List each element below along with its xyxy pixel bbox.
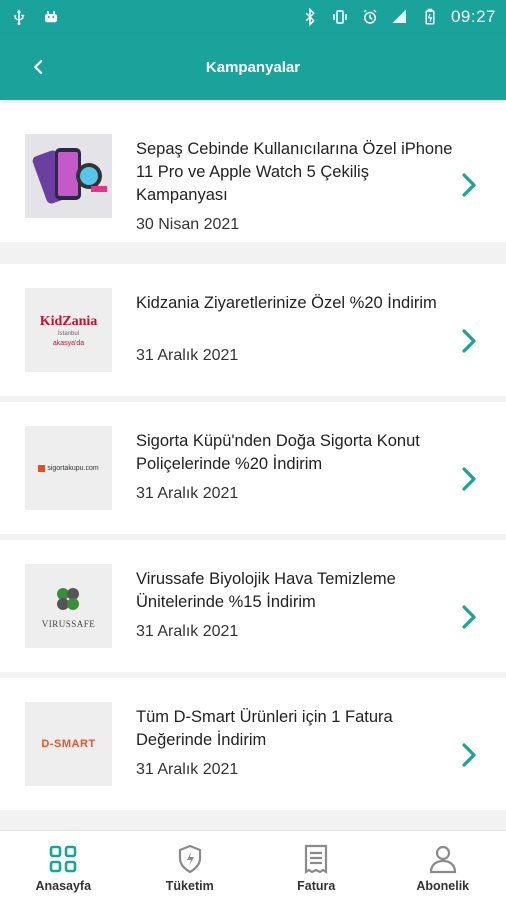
nav-item-anasayfa[interactable]: Anasayfa — [0, 831, 127, 900]
nav-item-fatura[interactable]: Fatura — [253, 831, 380, 900]
campaign-title: Kidzania Ziyaretlerinize Özel %20 İndiri… — [136, 294, 437, 312]
sigortakupu-logo-text: sigortakupu.com — [47, 464, 99, 472]
campaign-date: 30 Nisan 2021 — [136, 216, 240, 233]
page-title: Kampanyalar — [205, 58, 301, 76]
chevron-right-icon — [458, 464, 480, 494]
campaign-title: Tüm D-Smart Ürünleri için 1 Fatura Değer… — [136, 708, 393, 749]
campaign-card[interactable]: VIRUSSAFE Virussafe Biyolojik Hava Temiz… — [0, 540, 506, 672]
campaign-date: 31 Aralık 2021 — [136, 485, 239, 502]
chevron-right-icon — [458, 740, 480, 770]
nav-label: Fatura — [297, 879, 336, 893]
campaign-title: Sepaş Cebinde Kullanıcılarına Özel iPhon… — [136, 140, 453, 204]
alarm-icon — [361, 8, 379, 26]
battery-icon — [421, 8, 439, 26]
virussafe-mark-icon — [57, 587, 80, 610]
campaigns-screen: 09:27 Kampanyalar Sepaş Cebinde Kullanıc… — [0, 0, 506, 900]
campaign-card[interactable]: sigortakupu.com Sigorta Küpü'nden Doğa S… — [0, 402, 506, 534]
phones-image — [25, 134, 112, 218]
campaign-thumbnail: KidZania İstanbul akasya'da — [25, 288, 112, 372]
receipt-icon — [305, 844, 328, 875]
nav-item-abonelik[interactable]: Abonelik — [380, 831, 506, 900]
chevron-right-icon — [458, 326, 480, 356]
campaign-title: Sigorta Küpü'nden Doğa Sigorta Konut Pol… — [136, 432, 420, 473]
usb-icon — [10, 8, 28, 26]
campaign-thumbnail: D-SMART — [25, 702, 112, 786]
app-bar: Kampanyalar — [0, 34, 506, 100]
chevron-right-icon — [458, 170, 480, 200]
home-grid-icon — [49, 845, 77, 873]
campaign-card[interactable]: Sepaş Cebinde Kullanıcılarına Özel iPhon… — [0, 110, 506, 242]
chevron-right-icon — [458, 602, 480, 632]
nav-label: Abonelik — [416, 879, 470, 893]
person-icon — [429, 845, 456, 874]
campaign-card[interactable]: KidZania İstanbul akasya'da Kidzania Ziy… — [0, 264, 506, 396]
status-time: 09:27 — [450, 7, 496, 26]
status-bar: 09:27 — [0, 0, 506, 34]
kidzania-logo-tag: akasya'da — [52, 339, 85, 347]
nav-label: Anasayfa — [35, 879, 92, 893]
android-icon — [42, 8, 60, 26]
kidzania-logo-sub: İstanbul — [57, 330, 79, 337]
campaign-list[interactable]: Sepaş Cebinde Kullanıcılarına Özel iPhon… — [0, 110, 506, 830]
campaign-date: 31 Aralık 2021 — [136, 623, 239, 640]
kidzania-logo-text: KidZania — [39, 313, 98, 329]
dsmart-logo-text: D-SMART — [41, 738, 96, 750]
sigortakupu-logo: sigortakupu.com — [38, 464, 99, 472]
wifi-off-icon — [391, 8, 409, 26]
campaign-thumbnail — [25, 134, 112, 218]
virussafe-logo: VIRUSSAFE — [42, 584, 96, 629]
vibrate-icon — [331, 8, 349, 26]
bluetooth-icon — [301, 8, 319, 26]
kidzania-logo: KidZania İstanbul akasya'da — [40, 314, 98, 347]
campaign-date: 31 Aralık 2021 — [136, 761, 239, 778]
virussafe-logo-text: VIRUSSAFE — [41, 618, 96, 629]
campaign-thumbnail: sigortakupu.com — [25, 426, 112, 510]
nav-label: Tüketim — [165, 879, 214, 893]
campaign-title: Virussafe Biyolojik Hava Temizleme Ünite… — [136, 570, 396, 611]
shield-bolt-icon — [178, 844, 201, 874]
campaign-card[interactable]: D-SMART Tüm D-Smart Ürünleri için 1 Fatu… — [0, 678, 506, 810]
chevron-left-icon — [34, 59, 43, 75]
campaign-date: 31 Aralık 2021 — [136, 347, 239, 364]
bottom-navigation: Anasayfa Tüketim Fatura Abonelik — [0, 830, 506, 900]
nav-item-tuketim[interactable]: Tüketim — [127, 831, 254, 900]
cube-icon — [38, 464, 46, 472]
campaign-thumbnail: VIRUSSAFE — [25, 564, 112, 648]
back-button[interactable] — [22, 52, 56, 82]
